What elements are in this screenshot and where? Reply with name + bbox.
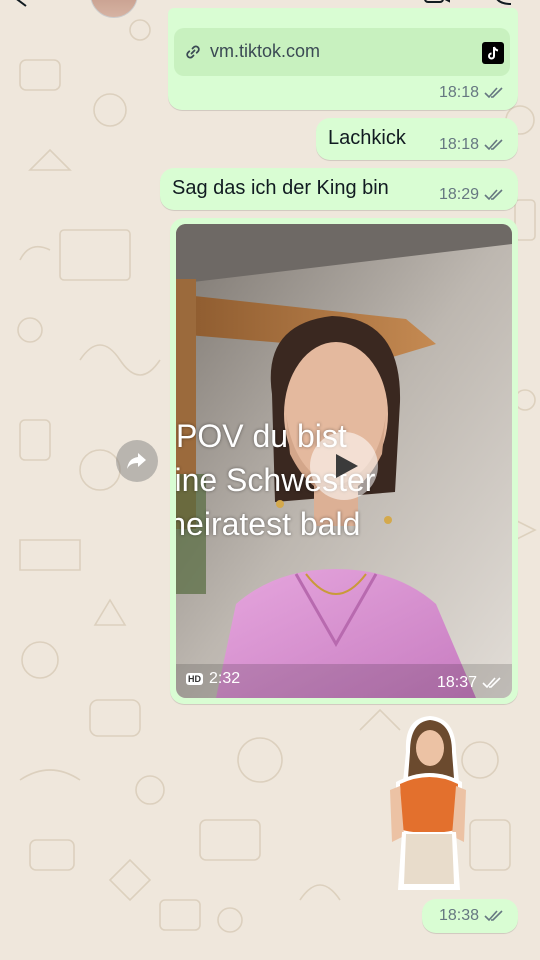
play-icon: [336, 454, 358, 478]
message-time: 18:18: [438, 84, 479, 101]
link-icon: [186, 45, 200, 59]
link-preview-card[interactable]: vm.tiktok.com: [174, 28, 510, 76]
message-text: Sag das ich der King bin: [172, 177, 389, 199]
double-check-icon: [482, 677, 501, 689]
play-button[interactable]: [310, 432, 378, 500]
double-check-icon: [484, 189, 503, 201]
person-sticker-image: [390, 716, 466, 890]
forward-arrow-icon: [127, 453, 146, 469]
message-meta: 18:18: [439, 84, 504, 102]
message-meta: 18:29: [439, 186, 504, 204]
double-check-icon: [484, 87, 503, 99]
message-time: 18:29: [438, 186, 479, 203]
sticker-time-bubble: 18:38: [422, 899, 518, 933]
forward-button[interactable]: [116, 440, 158, 482]
message-meta: 18:38: [439, 907, 504, 925]
hd-badge: HD: [186, 673, 203, 685]
video-info-bar: HD 2:32: [186, 670, 240, 688]
video-duration: 2:32: [209, 670, 241, 687]
message-bubble-link[interactable]: vm.tiktok.com 18:18: [168, 8, 518, 110]
message-time: 18:18: [438, 136, 479, 153]
video-call-icon[interactable]: [424, 0, 450, 6]
message-meta: 18:37: [437, 674, 502, 692]
caption-line: & heiratest bald: [176, 506, 361, 542]
contact-avatar[interactable]: [90, 0, 138, 18]
message-bubble-king[interactable]: Sag das ich der King bin 18:29: [160, 168, 518, 210]
video-thumbnail[interactable]: POV du bist meine Schwester & heiratest …: [176, 224, 512, 698]
message-bubble-lachkick[interactable]: Lachkick 18:18: [316, 118, 518, 160]
message-bubble-video[interactable]: POV du bist meine Schwester & heiratest …: [170, 218, 518, 704]
message-time: 18:38: [438, 907, 479, 924]
message-text: Lachkick: [328, 127, 406, 149]
sticker-message[interactable]: [388, 712, 468, 894]
message-time: 18:37: [436, 674, 477, 691]
back-arrow-icon[interactable]: [14, 0, 30, 8]
link-url[interactable]: vm.tiktok.com: [210, 41, 320, 62]
double-check-icon: [484, 910, 503, 922]
voice-call-icon[interactable]: [492, 0, 514, 6]
tiktok-logo-icon: [482, 42, 504, 64]
double-check-icon: [484, 139, 503, 151]
message-meta: 18:18: [439, 136, 504, 154]
